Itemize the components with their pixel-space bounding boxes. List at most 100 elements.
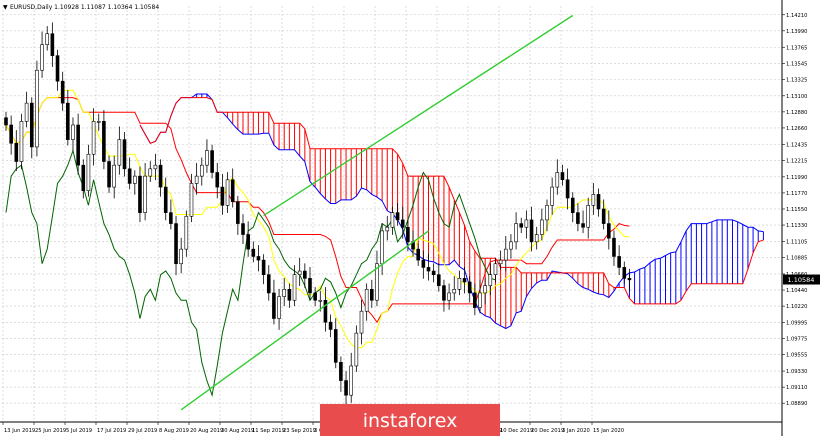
- candle-body: [107, 161, 111, 188]
- x-tick-label: 5 Jul 2019: [66, 428, 92, 434]
- candle-body: [184, 215, 189, 250]
- candle-body: [565, 179, 570, 199]
- y-tick-label: 1.12660: [786, 126, 807, 132]
- candle-body: [91, 121, 96, 155]
- candle-body: [509, 241, 513, 250]
- x-tick-label: 11 Sep 2019: [252, 428, 285, 434]
- candle-body: [251, 248, 256, 257]
- candle-body: [205, 150, 209, 166]
- candle-body: [436, 274, 441, 286]
- y-tick-label: 1.13545: [786, 61, 807, 67]
- candle-body: [550, 186, 554, 206]
- candle-body: [189, 183, 194, 217]
- candle-body: [416, 248, 420, 261]
- symbol-label: EURUSD,Daily 1.10928 1.11087 1.10364 1.1…: [10, 4, 159, 11]
- candle-body: [153, 164, 158, 170]
- candle-body: [493, 263, 498, 275]
- candle-body: [612, 237, 616, 257]
- y-tick-label: 1.10885: [786, 256, 807, 262]
- candle-body: [66, 102, 70, 140]
- candle-body: [617, 256, 621, 268]
- candle-body: [246, 234, 250, 250]
- candle-body: [266, 274, 271, 294]
- candle-body: [138, 175, 142, 213]
- y-tick-label: 1.10220: [786, 304, 807, 310]
- candle-body: [179, 248, 183, 265]
- candle-body: [581, 223, 585, 228]
- candle-body: [570, 197, 575, 213]
- candle-body: [76, 124, 80, 166]
- candle-body: [344, 380, 348, 396]
- candle-body: [400, 219, 405, 228]
- candle-body: [529, 219, 534, 243]
- symbol-arrow-icon: ▼: [3, 4, 8, 11]
- y-tick-label: 1.13100: [786, 94, 807, 100]
- x-tick-label: 23 Sep 2019: [283, 428, 316, 434]
- candle-body: [473, 292, 477, 308]
- y-tick-label: 1.13325: [786, 77, 807, 83]
- y-tick-label: 1.10440: [786, 288, 807, 294]
- candle-body: [308, 278, 312, 294]
- candle-body: [210, 150, 214, 173]
- candle-body: [40, 44, 44, 71]
- candle-body: [385, 226, 390, 232]
- candle-body: [81, 164, 86, 192]
- candle-body: [426, 267, 431, 272]
- candle-body: [421, 259, 426, 268]
- watermark-brand: instaforex: [363, 410, 458, 432]
- candle-body: [174, 223, 178, 265]
- candle-body: [534, 234, 539, 243]
- candle-body: [45, 33, 50, 45]
- x-tick-label: 10 Dec 2019: [500, 428, 533, 434]
- candle-body: [519, 223, 524, 228]
- candle-body: [364, 289, 369, 312]
- watermark: instaforex: [320, 404, 500, 436]
- candle-body: [323, 299, 328, 323]
- candle-body: [148, 168, 153, 177]
- candle-body: [390, 212, 395, 228]
- y-tick-label: 1.11990: [786, 175, 807, 181]
- candle-body: [540, 219, 544, 235]
- candle-body: [395, 212, 400, 221]
- y-tick-label: 1.09995: [786, 321, 807, 327]
- candle-body: [586, 205, 591, 228]
- y-tick-label: 1.09555: [786, 353, 807, 359]
- candle-body: [462, 278, 467, 283]
- candle-body: [560, 172, 565, 181]
- candle-body: [483, 285, 487, 294]
- y-tick-label: 1.13765: [786, 45, 807, 51]
- y-tick-label: 1.12435: [786, 142, 807, 148]
- candle-body: [55, 55, 60, 82]
- y-tick-label: 1.11105: [786, 239, 807, 245]
- candle-body: [102, 121, 106, 162]
- candle-body: [333, 329, 338, 363]
- candle-body: [71, 124, 75, 140]
- candle-body: [545, 205, 549, 221]
- candle-body: [406, 226, 410, 243]
- y-tick-label: 1.12215: [786, 158, 807, 164]
- candle-body: [256, 256, 261, 261]
- candle-body: [297, 270, 302, 275]
- y-tick-label: 1.09330: [786, 369, 807, 375]
- candle-body: [596, 194, 601, 210]
- candle-body: [524, 219, 529, 228]
- candle-body: [230, 179, 235, 202]
- candle-body: [96, 121, 101, 123]
- candle-body: [318, 299, 323, 302]
- y-tick-label: 1.09110: [786, 385, 807, 391]
- candle-body: [503, 248, 508, 261]
- y-tick-label: 1.11330: [786, 223, 807, 229]
- x-tick-label: 29 Jul 2019: [128, 428, 157, 434]
- y-tick-label: 1.14210: [786, 13, 807, 19]
- y-tick-label: 1.11770: [786, 191, 807, 197]
- candle-body: [143, 175, 147, 213]
- candle-body: [112, 164, 116, 188]
- candle-body: [86, 153, 91, 192]
- candle-body: [163, 186, 168, 213]
- candle-body: [370, 289, 374, 301]
- x-tick-label: 15 Jan 2020: [593, 428, 624, 434]
- candle-body: [447, 292, 451, 301]
- candle-body: [215, 172, 220, 188]
- candle-body: [313, 292, 317, 301]
- candle-body: [431, 270, 436, 275]
